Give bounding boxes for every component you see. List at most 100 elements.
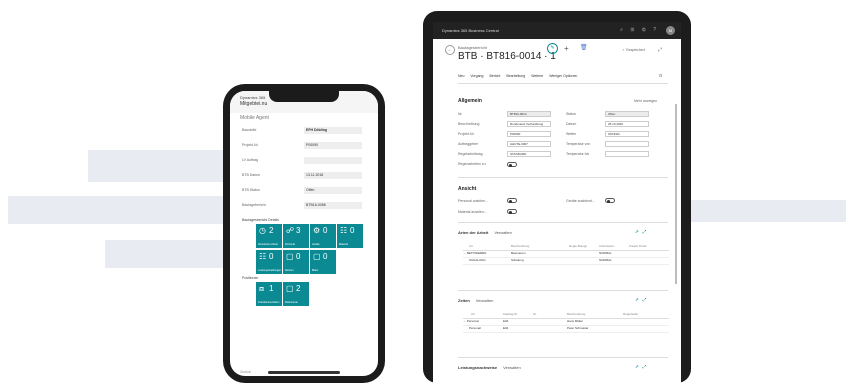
field-label: Datum [566,122,577,126]
part-icons[interactable]: ⇗⤢ [635,364,650,370]
field-label: Temperatur bis [566,152,590,156]
table-row[interactable]: → Personal E04 Hans Müller [463,319,669,326]
edit-pencil-icon[interactable]: ✎ [547,43,558,54]
column-header[interactable]: Beschreibung [567,312,585,316]
avatar[interactable]: M [666,26,675,35]
tile-documents[interactable]: ▢ 2 Dokumente [283,282,309,306]
delete-icon[interactable]: 🗑 [580,44,588,51]
column-header[interactable]: Beschreibung [511,244,529,248]
column-header[interactable]: Arbeitsaum... [599,244,617,248]
field-value[interactable]: BT816-0014 [507,111,551,117]
add-icon[interactable]: + [564,44,569,53]
menu-item[interactable]: Weniger Optionen [549,74,577,78]
column-header[interactable]: Regiehelfer [623,312,638,316]
back-arrow-icon[interactable]: ← [445,45,455,55]
divider [458,357,668,358]
menu-item[interactable]: Vorgang [470,74,483,78]
column-header[interactable]: Art [471,312,475,316]
field-label: BTB Datum [242,173,261,177]
phone-footer-label[interactable]: Zurück [240,370,251,374]
expand-icon[interactable]: ⤢ [658,47,662,53]
toggle-switch[interactable] [605,198,615,203]
tile-count: 2 [296,284,301,293]
toggle-switch[interactable] [507,209,517,214]
table-row[interactable]: → BETONIEREN Betonieren NORMAL [463,251,669,258]
people-icon: ☍ [286,226,295,235]
field-value[interactable]: Offen [304,187,362,194]
tile-material[interactable]: ☷ 0 Material [337,224,363,248]
phone-section-title: Positionen [242,276,259,280]
part-icons[interactable]: ⇗⤢ [635,229,650,235]
menu-item[interactable]: Bearbeitung [506,74,525,78]
section-title-overview[interactable]: Ansicht [458,186,476,192]
manage-link[interactable]: Verwalten [503,365,521,370]
field-value[interactable]: BTB16-0086 [304,202,362,209]
table-row[interactable]: Personal E04 Peter Schneider [463,326,669,333]
show-more-link[interactable]: Mehr anzeigen [634,99,657,103]
tile-images[interactable]: ▢ 0 Bilder [310,250,336,274]
column-header[interactable]: Zusatz Druck [629,244,647,248]
field-value[interactable]: 13.11.2018 [304,172,362,179]
field-value[interactable]: P00090 [304,142,362,149]
tile-performance[interactable]: ☷ 0 Leistungsmeldungen [256,250,282,274]
field-value[interactable] [605,151,649,157]
section-title-general[interactable]: Allgemein [458,98,482,104]
pin-icon[interactable]: ⊟ [659,73,662,78]
field-value[interactable]: SONNIG [605,131,649,137]
field-label: LV Auftrag [242,158,259,162]
field-value[interactable]: EFH Döbling [304,127,362,134]
column-header[interactable]: Regie-Belegn [569,244,587,248]
field-value[interactable]: STANDARD [507,151,551,157]
topbar-icons[interactable]: ⌕ ⚙ ⚙ ? [620,27,659,33]
table-cell: SCHALUNG [469,258,486,262]
toggle-label: Material ausblen... [458,210,487,214]
tile-personal[interactable]: ☍ 3 Personal [283,224,309,248]
vertical-scrollbar[interactable] [675,104,677,284]
tile-photos[interactable]: ⧈ 1 Fotodokumentation [256,282,282,306]
menu-item[interactable]: Bericht [489,74,500,78]
field-value[interactable]: 25.10.2020 [605,121,649,127]
field-value[interactable]: P00090 [507,131,551,137]
tile-label: Material [339,243,348,246]
table-row[interactable]: SCHALUNG Schalung NORMAL [463,258,669,265]
part-header-times: Zeiten Verwalten [458,298,493,303]
column-header[interactable]: Nr. [533,312,537,316]
toggle-switch[interactable] [507,162,517,167]
tile-count: 3 [296,226,301,235]
table-cell: Personal [469,326,481,330]
phone-field-row: BTB Status Offen [242,187,370,195]
field-value[interactable] [605,141,649,147]
manage-link[interactable]: Verwalten [476,298,494,303]
phone-tab-label[interactable]: Mobile Agent [240,115,269,121]
page-title: BTB · BT816-0014 · 1 [458,51,556,62]
app-topbar: Dynamics 365 Business Central ⌕ ⚙ ⚙ ? M [433,22,681,39]
field-value[interactable]: AHUTE-0007 [507,141,551,147]
menu-item[interactable]: Neu [458,74,464,78]
tile-label: Dokumente [285,301,298,304]
field-value[interactable]: Rundentest Verhandlung [507,121,551,127]
tile-notes[interactable]: ▢ 0 Notizen [283,250,309,274]
manage-link[interactable]: Verwalten [494,230,512,235]
field-value[interactable]: Offen [605,111,649,117]
field-label: Status [566,112,576,116]
field-label: Baustelle [242,128,257,132]
part-title[interactable]: Leistungsnachweise [458,365,497,370]
tile-equipment[interactable]: ⚙ 0 Geräte [310,224,336,248]
toggle-switch[interactable] [507,198,517,203]
tile-label: Personal [285,243,295,246]
field-value[interactable] [304,157,362,164]
phone-notch [269,91,339,102]
document-icon: ▢ [286,252,294,261]
tile-time[interactable]: ◷ 2 Arbeitszeit erfasst [256,224,282,248]
table-cell: Peter Schneider [567,326,589,330]
table-cell: Hans Müller [567,319,584,323]
menu-item[interactable]: Weitere [531,74,543,78]
part-title[interactable]: Arten der Arbeit [458,230,488,235]
phone-app-name: Dynamics 365 [240,95,266,100]
column-header[interactable]: Katalog-Nr. [503,312,518,316]
part-icons[interactable]: ⇗⤢ [635,297,650,303]
column-header[interactable]: Art [469,244,473,248]
table-header: Art Katalog-Nr. Nr. Beschreibung Regiehe… [463,312,669,319]
divider [458,222,668,223]
part-title[interactable]: Zeiten [458,298,470,303]
